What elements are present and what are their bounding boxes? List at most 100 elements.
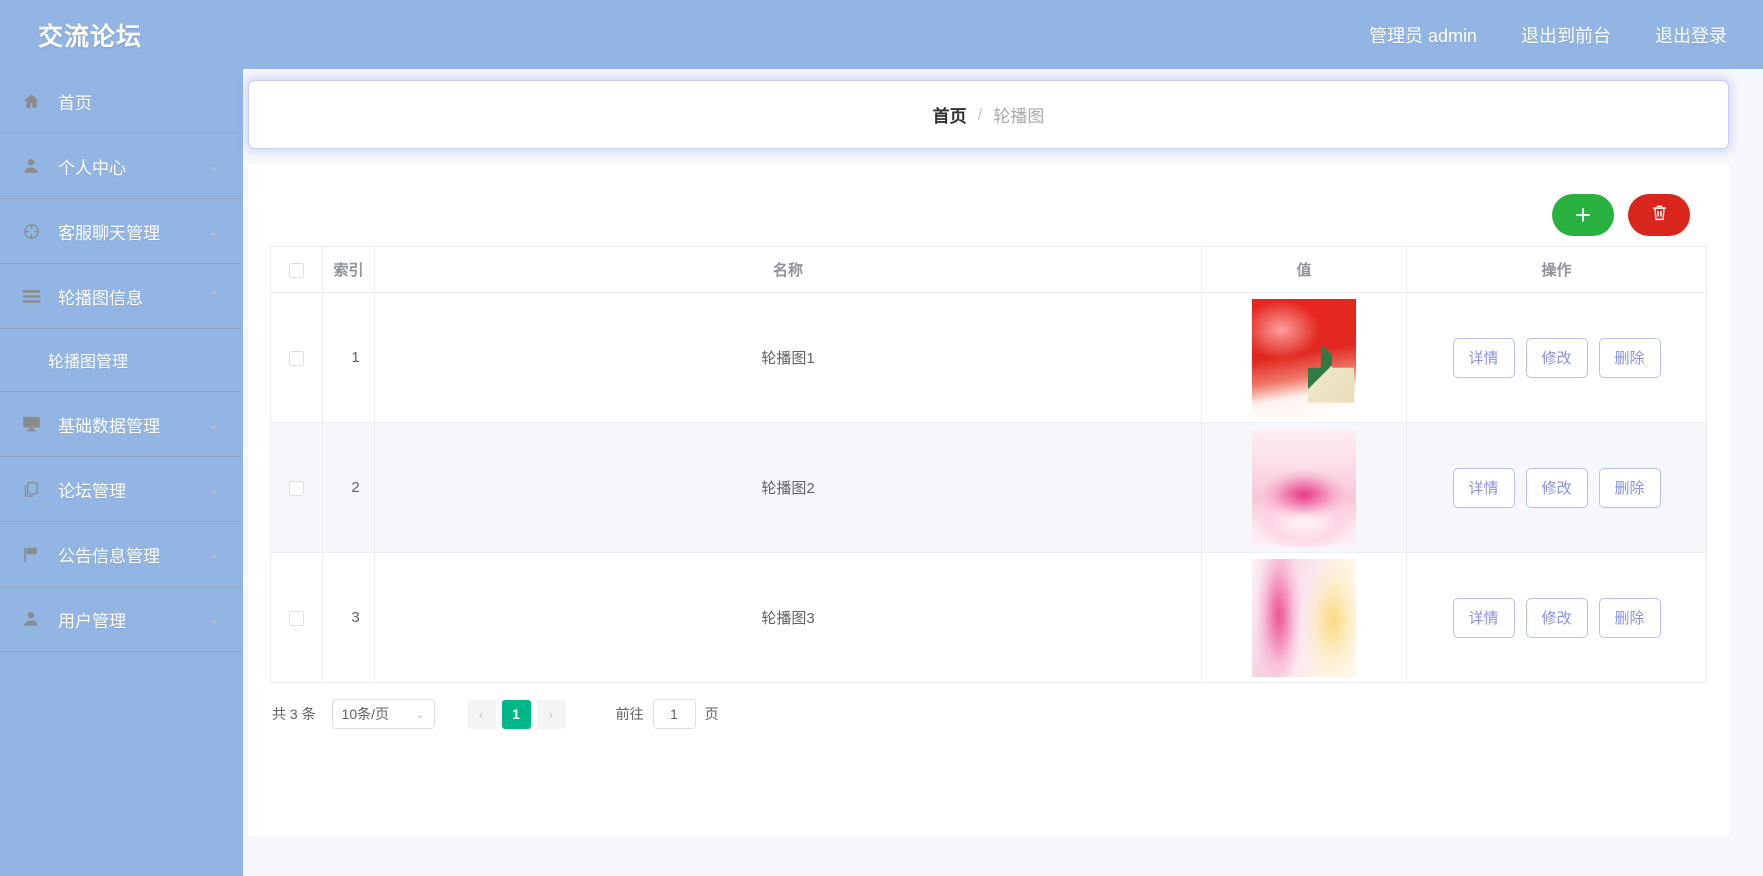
pagination-total: 共 3 条 [272,706,316,722]
prev-page-button[interactable]: ‹ [466,699,496,729]
row-value-cell [1201,422,1407,553]
monitor-icon [22,413,50,435]
delete-button[interactable]: 删除 [1598,337,1661,378]
chevron-down-icon: ⌄ [208,481,219,497]
row-name: 轮播图3 [374,552,1202,683]
sidebar-nav: 首页 个人中心 ⌄ 客服聊天管理 ⌄ 轮播图信息 ⌃ 轮播图管理 基础数据管理 … [0,69,243,876]
delete-button[interactable]: 删除 [1598,597,1661,638]
row-actions-cell: 详情 修改 删除 [1406,552,1707,683]
carousel-thumbnail-1[interactable] [1252,298,1356,417]
sidebar-item-customer-service-chat[interactable]: 客服聊天管理 ⌄ [0,199,243,264]
sidebar-item-carousel-info[interactable]: 轮播图信息 ⌃ [0,264,243,329]
home-icon [22,90,50,112]
edit-button[interactable]: 修改 [1525,597,1588,638]
select-all-checkbox[interactable] [289,262,304,278]
table-row: 1 轮播图1 详情 修改 删除 [270,292,1707,423]
column-header-value: 值 [1201,246,1407,293]
trash-icon [1650,202,1669,228]
jump-page-input[interactable] [652,699,696,729]
sidebar-item-user-management[interactable]: 用户管理 ⌄ [0,587,243,652]
row-checkbox-cell [270,292,323,423]
sidebar-label-home: 首页 [58,93,92,113]
row-actions-cell: 详情 修改 删除 [1406,292,1707,423]
sidebar-item-announcement-management[interactable]: 公告信息管理 ⌄ [0,522,243,587]
row-checkbox[interactable] [289,350,304,366]
row-checkbox[interactable] [289,610,304,626]
row-name: 轮播图1 [374,292,1202,423]
breadcrumb-separator: / [977,104,983,124]
row-index: 2 [322,422,375,553]
column-header-action: 操作 [1406,246,1707,293]
column-header-index: 索引 [322,246,375,293]
row-actions-cell: 详情 修改 删除 [1406,422,1707,553]
breadcrumb: 首页 / 轮播图 [248,80,1729,149]
chevron-down-icon: ⌄ [208,546,219,562]
batch-delete-button[interactable] [1628,194,1690,236]
carousel-thumbnail-2[interactable] [1252,428,1356,547]
row-name: 轮播图2 [374,422,1202,553]
pagination-nav: ‹ 1 › [466,699,566,729]
top-header-bar: 交流论坛 管理员 admin 退出到前台 退出登录 [0,0,1763,69]
user-icon [22,608,50,630]
sidebar-sublabel-carousel-management: 轮播图管理 [48,354,129,371]
sidebar-label-customer-service-chat: 客服聊天管理 [58,223,160,243]
row-index: 1 [322,292,375,423]
delete-button[interactable]: 删除 [1598,467,1661,508]
pagination: 共 3 条 10条/页 ⌄ ‹ 1 › 前往 页 [270,683,1707,745]
copy-icon [22,478,50,500]
edit-button[interactable]: 修改 [1525,467,1588,508]
chevron-up-icon: ⌃ [208,288,219,304]
detail-button[interactable]: 详情 [1452,467,1515,508]
chevron-down-icon: ⌄ [208,158,219,174]
row-checkbox[interactable] [289,480,304,496]
sidebar-label-announcement-management: 公告信息管理 [58,546,160,566]
table-header-row: 索引 名称 值 操作 [270,246,1707,293]
list-icon [22,285,50,307]
sidebar-item-personal-center[interactable]: 个人中心 ⌄ [0,134,243,199]
main-content: 首页 / 轮播图 + 索引 名称 值 操作 1 轮播图1 详情 修改 删除 2 … [243,69,1763,876]
pagination-jump: 前往 页 [616,699,719,729]
table-row: 3 轮播图3 详情 修改 删除 [270,552,1707,683]
row-checkbox-cell [270,422,323,553]
chevron-down-icon: ⌄ [208,611,219,627]
column-header-name: 名称 [374,246,1202,293]
chat-target-icon [22,220,50,242]
sidebar-label-forum-management: 论坛管理 [58,481,126,501]
detail-button[interactable]: 详情 [1452,337,1515,378]
sidebar-subitem-carousel-management[interactable]: 轮播图管理 [0,329,243,392]
page-size-select[interactable]: 10条/页 ⌄ [331,699,435,729]
header-links: 管理员 admin 退出到前台 退出登录 [1369,22,1763,48]
chevron-down-icon: ⌄ [415,708,425,721]
breadcrumb-current: 轮播图 [993,107,1045,126]
table-toolbar: + [270,184,1707,246]
table-row: 2 轮播图2 详情 修改 删除 [270,422,1707,553]
sidebar-label-carousel-info: 轮播图信息 [58,288,143,308]
plus-icon: + [1575,199,1591,230]
flag-icon [22,543,50,565]
sidebar-item-basic-data-management[interactable]: 基础数据管理 ⌄ [0,392,243,457]
carousel-table: 索引 名称 值 操作 1 轮播图1 详情 修改 删除 2 轮播图2 详情 修改 … [270,246,1707,683]
sidebar-item-home[interactable]: 首页 [0,69,243,134]
breadcrumb-home[interactable]: 首页 [933,102,967,127]
page-number-1[interactable]: 1 [501,699,531,729]
logout-link[interactable]: 退出登录 [1655,22,1727,48]
sidebar-label-personal-center: 个人中心 [58,158,126,178]
user-icon [22,155,50,177]
sidebar-label-user-management: 用户管理 [58,611,126,631]
row-value-cell [1201,292,1407,423]
sidebar-item-forum-management[interactable]: 论坛管理 ⌄ [0,457,243,522]
edit-button[interactable]: 修改 [1525,337,1588,378]
exit-to-frontend-link[interactable]: 退出到前台 [1521,22,1611,48]
admin-page: 交流论坛 管理员 admin 退出到前台 退出登录 首页 个人中心 ⌄ 客服聊天… [0,0,1763,876]
next-page-button[interactable]: › [536,699,566,729]
content-panel: + 索引 名称 值 操作 1 轮播图1 详情 修改 删除 2 轮播图2 详情 修… [248,164,1729,836]
chevron-down-icon: ⌄ [208,223,219,239]
select-all-header [270,246,323,293]
admin-user-link[interactable]: 管理员 admin [1369,22,1477,48]
carousel-thumbnail-3[interactable] [1252,558,1356,677]
chevron-down-icon: ⌄ [208,416,219,432]
detail-button[interactable]: 详情 [1452,597,1515,638]
sidebar-label-basic-data-management: 基础数据管理 [58,416,160,436]
jump-label: 前往 [615,706,644,722]
add-button[interactable]: + [1552,194,1614,236]
